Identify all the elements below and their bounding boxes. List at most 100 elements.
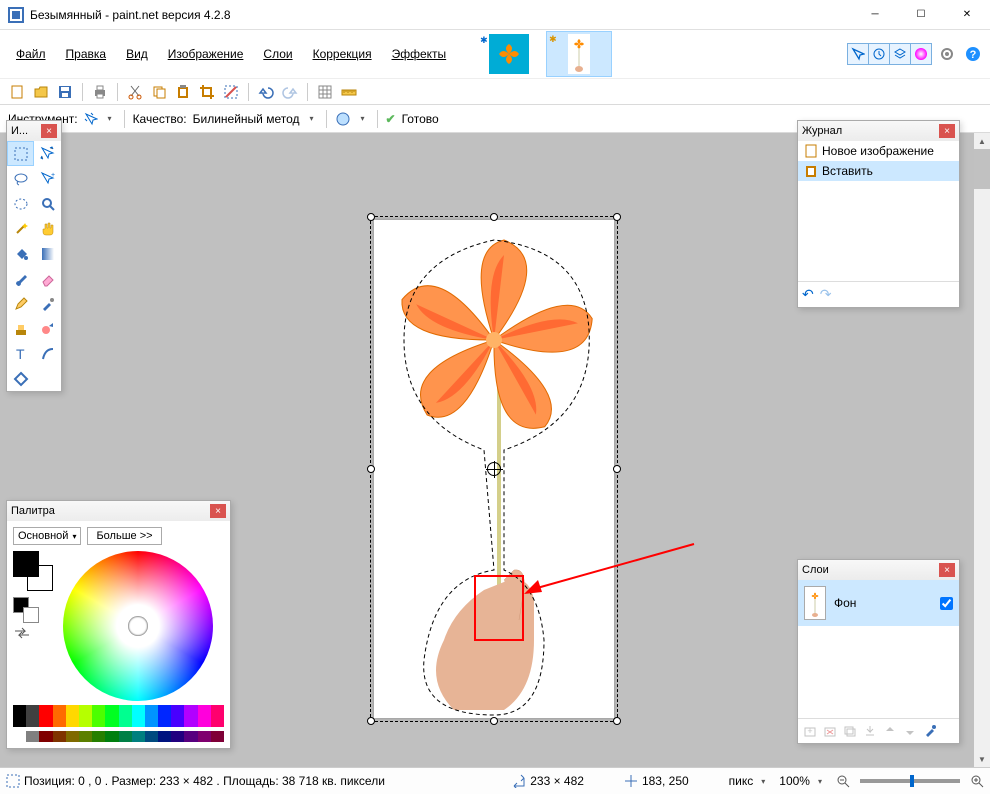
- layers-window-toggle[interactable]: [889, 43, 911, 65]
- colors-window-toggle[interactable]: [910, 43, 932, 65]
- cut-icon[interactable]: [126, 83, 144, 101]
- history-panel-close[interactable]: ×: [939, 124, 955, 138]
- layer-up-icon[interactable]: [881, 722, 899, 740]
- history-panel-title[interactable]: Журнал ×: [798, 121, 959, 141]
- color-swatches[interactable]: [13, 551, 55, 593]
- layer-properties-icon[interactable]: [921, 722, 939, 740]
- undo-icon[interactable]: [257, 83, 275, 101]
- scroll-down-icon[interactable]: ▼: [974, 751, 990, 767]
- maximize-button[interactable]: ☐: [898, 0, 944, 30]
- handle-sw[interactable]: [367, 717, 375, 725]
- vertical-scrollbar[interactable]: ▲ ▼: [974, 133, 990, 767]
- tool-text[interactable]: T: [7, 341, 34, 366]
- handle-n[interactable]: [490, 213, 498, 221]
- color-channel-select[interactable]: Основной▾: [13, 527, 81, 545]
- zoom-caret-icon[interactable]: ▾: [818, 777, 822, 786]
- history-redo-icon[interactable]: ↷: [820, 286, 832, 303]
- layer-duplicate-icon[interactable]: [841, 722, 859, 740]
- crop-icon[interactable]: [198, 83, 216, 101]
- tool-move[interactable]: +: [34, 166, 61, 191]
- quality-caret-icon[interactable]: ▾: [310, 114, 314, 123]
- handle-se[interactable]: [613, 717, 621, 725]
- new-file-icon[interactable]: [8, 83, 26, 101]
- handle-e[interactable]: [613, 465, 621, 473]
- move-tool-icon[interactable]: [84, 112, 98, 126]
- canvas[interactable]: [374, 220, 614, 718]
- tool-line[interactable]: [34, 341, 61, 366]
- tool-magic-wand[interactable]: [7, 216, 34, 241]
- tools-window-toggle[interactable]: [847, 43, 869, 65]
- tool-rect[interactable]: [7, 366, 34, 391]
- tools-panel-title[interactable]: И... ×: [7, 121, 61, 141]
- tool-move-selection[interactable]: [34, 141, 61, 166]
- unit-caret-icon[interactable]: ▾: [761, 777, 765, 786]
- tool-lasso[interactable]: [7, 166, 34, 191]
- thumbnail-1[interactable]: ✱: [476, 31, 542, 77]
- quality-value[interactable]: Билинейный метод: [193, 112, 300, 126]
- layers-panel-title[interactable]: Слои ×: [798, 560, 959, 580]
- paste-icon[interactable]: [174, 83, 192, 101]
- deselect-icon[interactable]: [222, 83, 240, 101]
- tool-bucket[interactable]: [7, 241, 34, 266]
- save-file-icon[interactable]: [56, 83, 74, 101]
- zoom-in-icon[interactable]: [970, 774, 984, 788]
- tool-brush[interactable]: [7, 266, 34, 291]
- handle-center[interactable]: [487, 462, 501, 476]
- palette-panel-title[interactable]: Палитра ×: [7, 501, 230, 521]
- tool-recolor[interactable]: [34, 316, 61, 341]
- grid-icon[interactable]: [316, 83, 334, 101]
- menu-image[interactable]: Изображение: [158, 43, 254, 65]
- tool-color-picker[interactable]: [34, 291, 61, 316]
- print-icon[interactable]: [91, 83, 109, 101]
- redo-icon[interactable]: [281, 83, 299, 101]
- tool-eraser[interactable]: [34, 266, 61, 291]
- palette-panel-close[interactable]: ×: [210, 504, 226, 518]
- layer-mode-caret-icon[interactable]: ▾: [361, 114, 365, 123]
- palette-more-button[interactable]: Больше >>: [87, 527, 161, 545]
- instrument-caret-icon[interactable]: ▾: [108, 114, 112, 123]
- zoom-out-icon[interactable]: [836, 774, 850, 788]
- layer-merge-icon[interactable]: [861, 722, 879, 740]
- default-colors-icon[interactable]: [13, 597, 49, 623]
- menu-layers[interactable]: Слои: [253, 43, 302, 65]
- menu-file[interactable]: Файл: [6, 43, 56, 65]
- minimize-button[interactable]: ─: [852, 0, 898, 30]
- wheel-picker-icon[interactable]: [128, 616, 148, 636]
- menu-edit[interactable]: Правка: [56, 43, 117, 65]
- history-undo-icon[interactable]: ↶: [802, 286, 814, 303]
- palette-strip-1[interactable]: [13, 705, 224, 727]
- tool-gradient[interactable]: [34, 241, 61, 266]
- zoom-slider[interactable]: [860, 779, 960, 783]
- copy-icon[interactable]: [150, 83, 168, 101]
- status-unit[interactable]: пикс: [729, 774, 754, 788]
- tool-ellipse-select[interactable]: [7, 191, 34, 216]
- layer-visibility-checkbox[interactable]: [940, 597, 953, 610]
- handle-ne[interactable]: [613, 213, 621, 221]
- help-icon[interactable]: ?: [962, 43, 984, 65]
- handle-nw[interactable]: [367, 213, 375, 221]
- layer-down-icon[interactable]: [901, 722, 919, 740]
- thumbnail-2[interactable]: ✱: [546, 31, 612, 77]
- menu-view[interactable]: Вид: [116, 43, 158, 65]
- layer-delete-icon[interactable]: [821, 722, 839, 740]
- open-file-icon[interactable]: [32, 83, 50, 101]
- tool-zoom[interactable]: [34, 191, 61, 216]
- ruler-icon[interactable]: [340, 83, 358, 101]
- tool-pan[interactable]: [34, 216, 61, 241]
- palette-strip-2[interactable]: [13, 731, 224, 742]
- color-wheel[interactable]: [63, 551, 213, 701]
- history-window-toggle[interactable]: [868, 43, 890, 65]
- menu-effects[interactable]: Эффекты: [382, 43, 457, 65]
- scroll-thumb[interactable]: [974, 149, 990, 189]
- layer-mode-icon[interactable]: [335, 111, 351, 127]
- status-zoom[interactable]: 100%: [779, 774, 810, 788]
- history-item-paste[interactable]: Вставить: [798, 161, 959, 181]
- layers-panel-close[interactable]: ×: [939, 563, 955, 577]
- scroll-up-icon[interactable]: ▲: [974, 133, 990, 149]
- foreground-color-swatch[interactable]: [13, 551, 39, 577]
- handle-s[interactable]: [490, 717, 498, 725]
- close-button[interactable]: ✕: [944, 0, 990, 30]
- layer-row-background[interactable]: Фон: [798, 580, 959, 626]
- layer-add-icon[interactable]: +: [801, 722, 819, 740]
- settings-icon[interactable]: [936, 43, 958, 65]
